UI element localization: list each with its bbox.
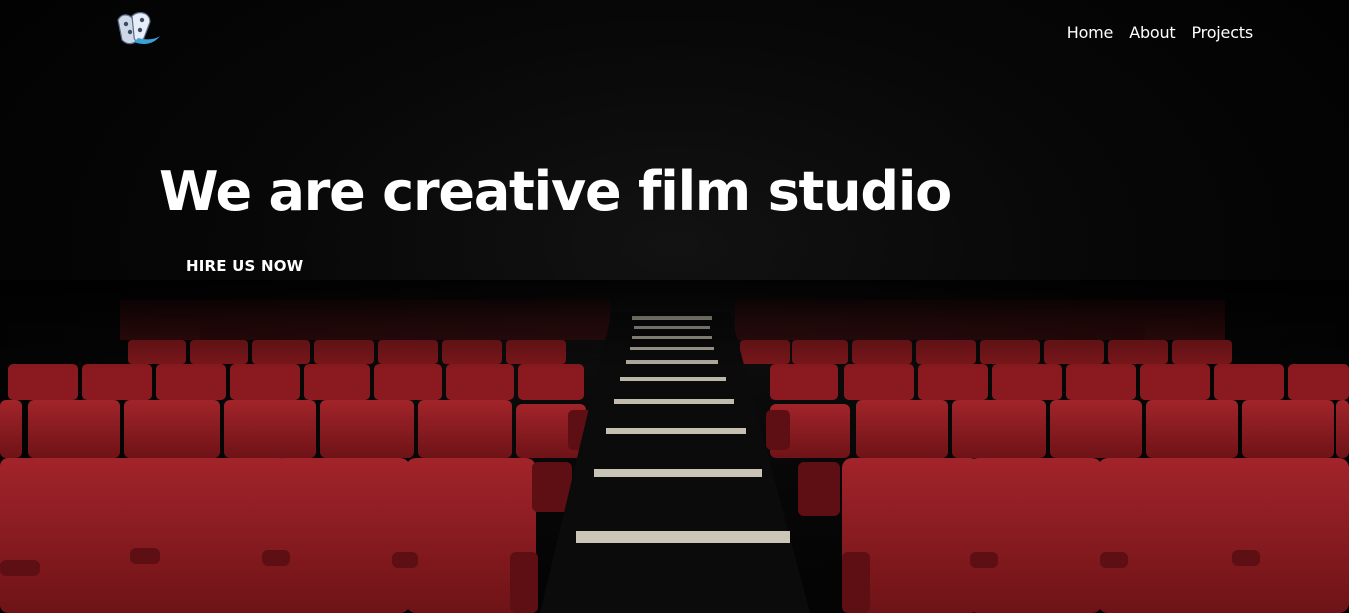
nav-link-projects[interactable]: Projects <box>1192 23 1254 42</box>
hero-headline: We are creative film studio <box>159 160 952 223</box>
nav-link-home[interactable]: Home <box>1067 23 1114 42</box>
hire-us-button[interactable]: HIRE US NOW <box>186 257 303 275</box>
hero-background-image <box>0 280 1349 613</box>
nav-link-about[interactable]: About <box>1129 23 1176 42</box>
nav-links: Home About Projects <box>1067 23 1253 42</box>
film-reel-logo-icon[interactable] <box>112 8 162 50</box>
top-navbar: Home About Projects <box>0 0 1349 66</box>
hero-section: Home About Projects We are creative film… <box>0 0 1349 613</box>
